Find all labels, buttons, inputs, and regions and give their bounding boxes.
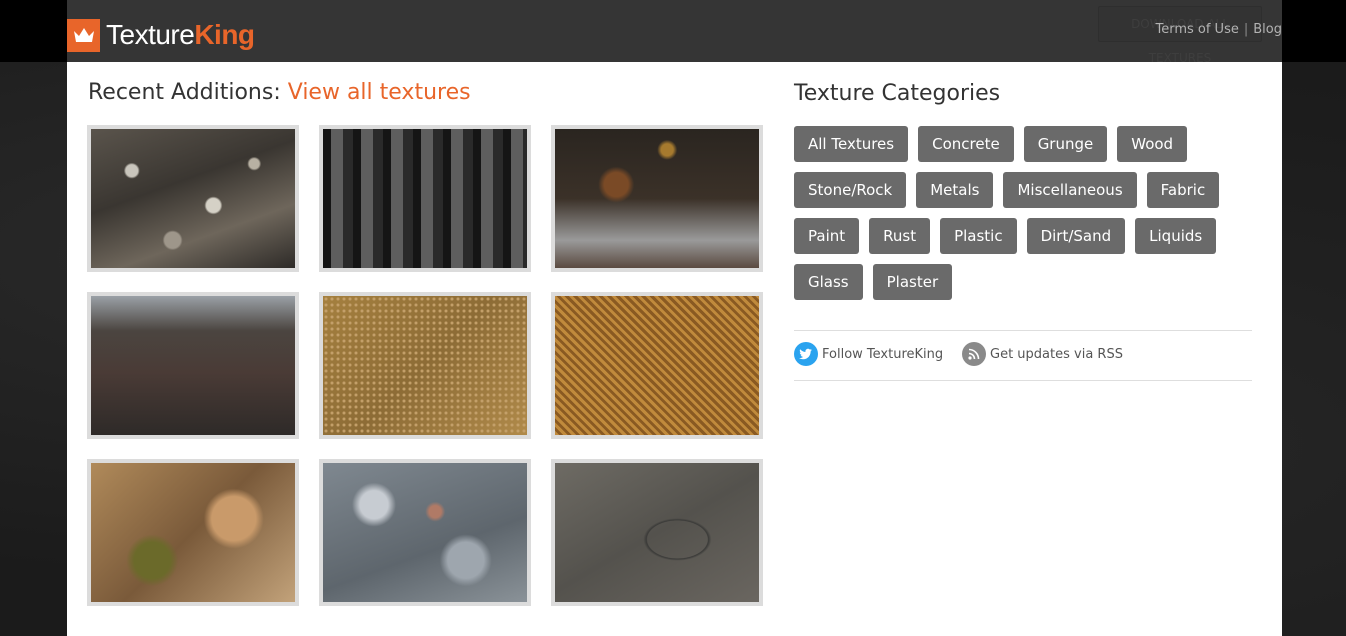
texture-thumb-sand-gravel[interactable] (319, 292, 531, 439)
main-content: Recent Additions: View all textures Text… (67, 62, 1282, 636)
rss-updates-label: Get updates via RSS (990, 346, 1123, 362)
texture-thumb-rock-surface[interactable] (87, 459, 299, 606)
category-grunge[interactable]: Grunge (1023, 126, 1108, 162)
category-glass[interactable]: Glass (794, 264, 863, 300)
category-row: Stone/Rock Metals Miscellaneous Fabric (794, 172, 1264, 208)
category-rust[interactable]: Rust (869, 218, 931, 254)
texture-thumb-dark-rust[interactable] (551, 125, 763, 272)
texture-thumb-rusty-metal[interactable] (87, 292, 299, 439)
blog-link[interactable]: Blog (1253, 22, 1282, 37)
follow-twitter-link[interactable]: Follow TextureKing (794, 342, 943, 366)
category-plastic[interactable]: Plastic (940, 218, 1017, 254)
header-links: Terms of Use | Blog (1155, 22, 1282, 37)
texture-thumb-leaf-litter[interactable] (87, 125, 299, 272)
category-paint[interactable]: Paint (794, 218, 860, 254)
category-metals[interactable]: Metals (916, 172, 994, 208)
twitter-icon (794, 342, 818, 366)
follow-twitter-label: Follow TextureKing (822, 346, 944, 362)
logo-text: TextureKing (106, 21, 255, 49)
rss-icon (962, 342, 986, 366)
category-dirt-sand[interactable]: Dirt/Sand (1026, 218, 1126, 254)
category-row: Glass Plaster (794, 264, 1264, 300)
site-header: TextureKing DOWNLOAD ALL TEXTURES Terms … (67, 0, 1282, 65)
link-separator: | (1243, 22, 1249, 37)
logo-texture-word: Texture (106, 19, 195, 50)
category-liquids[interactable]: Liquids (1135, 218, 1217, 254)
texture-thumb-grey-rock[interactable] (319, 459, 531, 606)
category-row: Paint Rust Plastic Dirt/Sand Liquids (794, 218, 1264, 254)
category-stone-rock[interactable]: Stone/Rock (794, 172, 907, 208)
site-logo[interactable]: TextureKing (67, 18, 255, 52)
crown-icon (67, 18, 100, 52)
terms-of-use-link[interactable]: Terms of Use (1155, 22, 1238, 37)
texture-thumb-slate-stone[interactable] (551, 459, 763, 606)
texture-categories-heading: Texture Categories (794, 81, 1001, 106)
category-list: All Textures Concrete Grunge Wood Stone/… (794, 126, 1264, 310)
category-miscellaneous[interactable]: Miscellaneous (1003, 172, 1137, 208)
category-concrete[interactable]: Concrete (918, 126, 1014, 162)
recent-additions-heading: Recent Additions: View all textures (88, 80, 471, 105)
rss-updates-link[interactable]: Get updates via RSS (962, 342, 1123, 366)
category-all-textures[interactable]: All Textures (794, 126, 909, 162)
logo-king-word: King (194, 19, 255, 50)
category-fabric[interactable]: Fabric (1146, 172, 1220, 208)
texture-thumb-woven-jute[interactable] (551, 292, 763, 439)
category-wood[interactable]: Wood (1117, 126, 1188, 162)
category-row: All Textures Concrete Grunge Wood (794, 126, 1264, 162)
recent-additions-label: Recent Additions: (88, 80, 281, 105)
view-all-textures-link[interactable]: View all textures (288, 80, 471, 105)
texture-thumb-burnt-wood[interactable] (319, 125, 531, 272)
follow-bar: Follow TextureKing Get updates via RSS (794, 330, 1252, 381)
category-plaster[interactable]: Plaster (872, 264, 953, 300)
